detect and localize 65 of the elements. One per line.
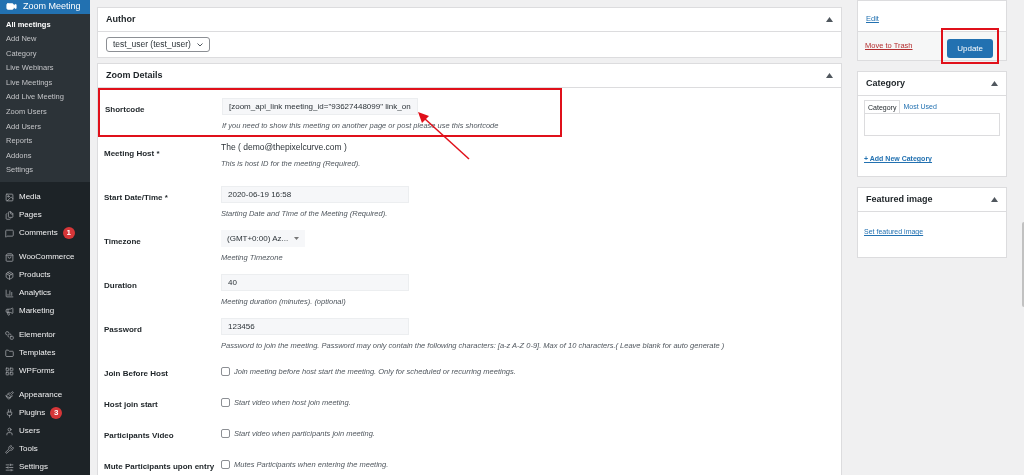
field-label: Join Before Host [104, 369, 168, 378]
update-button[interactable]: Update [947, 39, 993, 59]
text-field[interactable]: 123456 [221, 318, 409, 335]
grid-icon [5, 366, 14, 376]
menu-item[interactable]: Elementor [0, 326, 90, 345]
menu-item[interactable]: Appearance [0, 386, 90, 405]
checkbox[interactable] [221, 429, 230, 438]
field-label: Timezone [104, 237, 141, 246]
sliders-icon [5, 462, 14, 472]
brush-icon [5, 390, 14, 400]
menu-item[interactable]: WooCommerce [0, 248, 90, 267]
field-label: Shortcode [105, 105, 145, 114]
checkbox[interactable] [221, 398, 230, 407]
menu-item[interactable]: Templates [0, 344, 90, 363]
field-label: Host join start [104, 400, 158, 409]
collapse-icon[interactable] [826, 17, 833, 22]
collapse-icon[interactable] [991, 81, 998, 86]
menu-item[interactable]: Products [0, 266, 90, 285]
field-label: Password [104, 325, 142, 334]
field-label: Mute Participants upon entry [104, 462, 215, 471]
field-label: Start Date/Time * [104, 193, 168, 202]
speech-bubble-icon [5, 228, 14, 238]
menu-item[interactable]: Settings [0, 458, 90, 475]
user-icon [5, 426, 14, 436]
image-icon [5, 192, 14, 202]
collapse-icon[interactable] [826, 73, 833, 78]
chevron-down-icon [196, 42, 203, 47]
box-icon [5, 270, 14, 280]
plug-icon [5, 408, 14, 418]
caret-icon [294, 237, 300, 240]
menu-item[interactable]: Media [0, 188, 90, 207]
menu-item[interactable]: Marketing [0, 302, 90, 321]
timezone-select[interactable]: (GMT+0:00) Az... [221, 230, 306, 247]
box-title: Featured image [866, 192, 933, 206]
box-title: Category [866, 76, 905, 90]
menu-item[interactable]: Tools [0, 440, 90, 459]
box-title: Author [106, 12, 136, 26]
bag-icon [5, 252, 14, 262]
folder-icon [5, 348, 14, 358]
pages-icon [5, 210, 14, 220]
field-label: Duration [104, 281, 137, 290]
host-text: The ( demo@thepixelcurve.com ) [221, 142, 348, 153]
collapse-icon[interactable] [991, 197, 998, 202]
text-field[interactable]: 2020-06-19 16:58 [221, 186, 409, 203]
checkbox[interactable] [221, 367, 230, 376]
text-field[interactable]: [zoom_api_link meeting_id="93627448099" link_on [222, 98, 418, 115]
count-badge: 1 [62, 227, 75, 240]
field-label: Participants Video [104, 431, 174, 440]
wrench-icon [5, 444, 14, 454]
menu-item[interactable]: WPForms [0, 362, 90, 381]
megaphone-icon [5, 306, 14, 316]
bar-chart-icon [5, 288, 14, 298]
menu-item[interactable]: Plugins 3 [0, 404, 90, 423]
author-select[interactable]: test_user (test_user) [106, 37, 210, 52]
menu-item[interactable]: Zoom Meeting [0, 0, 90, 14]
menu-item[interactable]: Pages [0, 206, 90, 225]
video-camera-icon [6, 1, 17, 13]
menu-item[interactable]: Analytics [0, 284, 90, 303]
field-label: Meeting Host * [104, 149, 160, 158]
text-field[interactable]: 40 [221, 274, 409, 291]
checkbox[interactable] [221, 460, 230, 469]
box-title: Zoom Details [106, 68, 163, 82]
count-badge: 3 [50, 407, 63, 420]
menu-item[interactable]: Comments 1 [0, 224, 90, 243]
menu-item[interactable]: Users [0, 422, 90, 441]
